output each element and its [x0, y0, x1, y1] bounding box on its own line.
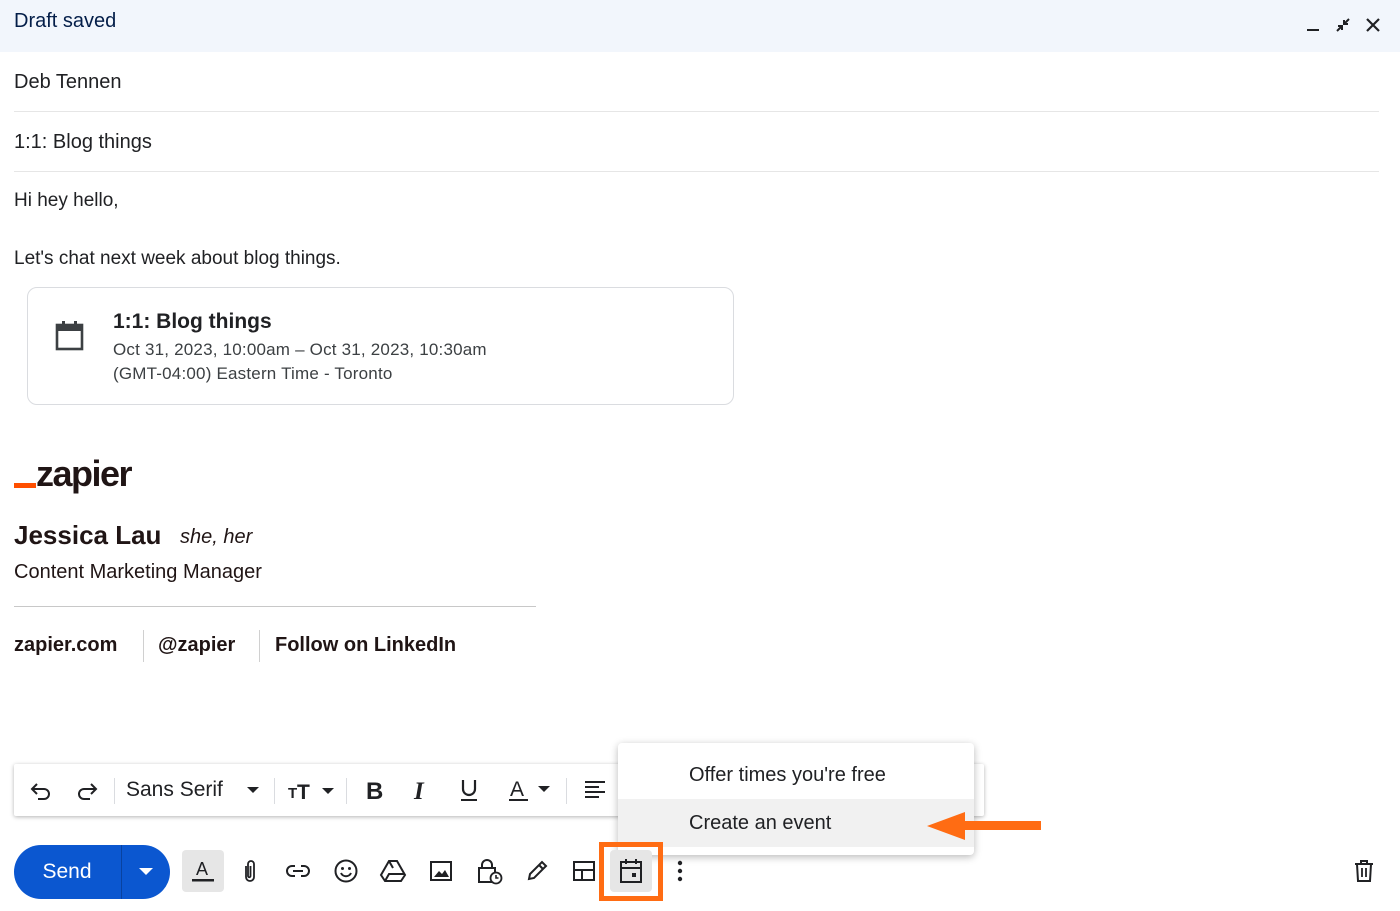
close-button[interactable]	[1360, 12, 1386, 38]
send-button[interactable]: Send	[14, 845, 120, 899]
svg-text:T: T	[297, 781, 310, 802]
signature-icon	[527, 860, 548, 881]
recipient-field[interactable]: Deb Tennen	[14, 52, 1379, 112]
confidential-icon	[478, 859, 503, 885]
italic-icon: I	[413, 778, 425, 802]
window-title: Draft saved	[14, 10, 117, 32]
align-icon	[585, 781, 605, 798]
logo-text: zapier	[36, 453, 133, 494]
annotation-highlight-box	[599, 842, 663, 901]
underline-icon	[461, 780, 477, 801]
formatting-icon: A	[192, 859, 214, 882]
signature-divider	[14, 606, 536, 607]
logo-underscore	[14, 483, 36, 488]
send-options-button[interactable]	[122, 845, 170, 899]
compose-header: Draft saved	[0, 0, 1400, 52]
insert-signature-button[interactable]	[516, 850, 558, 892]
close-icon	[1366, 18, 1380, 32]
svg-text:I: I	[413, 778, 425, 802]
link-icon	[286, 865, 310, 877]
chevron-down-icon	[247, 787, 259, 793]
annotation-arrow	[927, 812, 1041, 840]
toolbar-separator	[346, 778, 347, 804]
message-text[interactable]: Let's chat next week about blog things.	[14, 248, 341, 270]
redo-button[interactable]	[72, 764, 102, 816]
font-size-icon: T T	[288, 781, 334, 802]
italic-button[interactable]: I	[406, 764, 436, 816]
menu-item-offer-times[interactable]: Offer times you're free	[618, 751, 974, 799]
discard-draft-button[interactable]	[1343, 850, 1385, 892]
formatting-options-button[interactable]: A	[182, 850, 224, 892]
redo-icon	[78, 783, 98, 800]
template-icon	[573, 861, 595, 881]
minimize-icon	[1307, 29, 1319, 31]
attach-icon	[245, 860, 255, 882]
more-options-button[interactable]	[660, 850, 700, 892]
event-menu: Offer times you're free Create an event	[618, 743, 974, 855]
toolbar-separator	[566, 778, 567, 804]
emoji-button[interactable]	[325, 850, 367, 892]
signature-link-twitter[interactable]: @zapier	[158, 634, 235, 657]
svg-text:T: T	[288, 785, 297, 802]
font-size-button[interactable]: T T	[284, 764, 336, 816]
signature-link-linkedin[interactable]: Follow on LinkedIn	[275, 634, 456, 657]
chevron-down-icon	[139, 868, 153, 875]
align-button[interactable]	[576, 764, 618, 816]
bold-icon: B	[366, 778, 383, 802]
message-greeting[interactable]: Hi hey hello,	[14, 190, 119, 212]
svg-text:A: A	[196, 859, 208, 879]
underline-button[interactable]	[454, 764, 484, 816]
subject-field[interactable]: 1:1: Blog things	[14, 112, 1379, 172]
undo-button[interactable]	[26, 764, 56, 816]
signature-role: Content Marketing Manager	[14, 561, 262, 583]
signature-name: Jessica Lau	[14, 520, 162, 550]
toolbar-separator	[114, 778, 115, 804]
signature-separator	[143, 630, 144, 662]
trash-icon	[1355, 860, 1373, 882]
signature-separator	[259, 630, 260, 662]
event-timezone: (GMT-04:00) Eastern Time - Toronto	[113, 364, 393, 383]
bold-button[interactable]: B	[359, 764, 389, 816]
insert-link-button[interactable]	[277, 850, 319, 892]
signature-pronouns: she, her	[180, 526, 253, 548]
more-options-icon	[677, 860, 683, 882]
menu-item-create-event[interactable]: Create an event	[618, 799, 974, 847]
svg-text:A: A	[510, 778, 524, 801]
text-color-button[interactable]: A	[504, 764, 554, 816]
send-button-group: Send	[14, 845, 170, 899]
event-card[interactable]: 1:1: Blog things Oct 31, 2023, 10:00am –…	[27, 287, 734, 405]
minimize-button[interactable]	[1300, 12, 1326, 38]
attach-button[interactable]	[229, 850, 271, 892]
event-datetime: Oct 31, 2023, 10:00am – Oct 31, 2023, 10…	[113, 340, 487, 359]
font-select[interactable]: Sans Serif	[126, 764, 266, 816]
image-icon	[430, 861, 452, 881]
exit-fullscreen-icon	[1336, 18, 1350, 32]
event-title: 1:1: Blog things	[113, 310, 272, 333]
drive-button[interactable]	[372, 850, 414, 892]
exit-fullscreen-button[interactable]	[1330, 12, 1356, 38]
font-select-label: Sans Serif	[126, 778, 223, 801]
calendar-icon	[55, 321, 84, 351]
signature-link-website[interactable]: zapier.com	[14, 634, 117, 657]
insert-photo-button[interactable]	[420, 850, 462, 892]
emoji-icon	[334, 859, 358, 883]
confidential-mode-button[interactable]	[468, 850, 510, 892]
drive-icon	[379, 860, 407, 882]
toolbar-separator	[274, 778, 275, 804]
undo-icon	[30, 783, 50, 800]
svg-text:B: B	[366, 778, 383, 802]
text-color-icon: A	[509, 778, 550, 801]
